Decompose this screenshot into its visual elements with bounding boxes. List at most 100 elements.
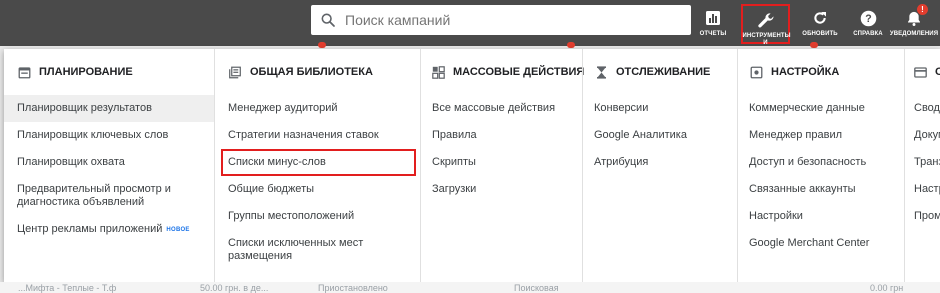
column-title: Массовые действия [453,66,585,78]
refresh-label: Обновить [802,31,838,37]
menu-item-settings[interactable]: Настройки [738,203,904,230]
menu-item-label: Списки исключенных мест размещения [228,237,364,262]
column-title: Отслеживание [616,66,711,78]
menu-item-reach-planner[interactable]: Планировщик охвата [4,149,214,176]
search-placeholder[interactable]: Поиск кампаний [345,12,450,28]
column-measurement: Отслеживание Конверсии Google Аналитика … [582,49,737,282]
column-title: Планирование [39,66,133,78]
menu-item-location-groups[interactable]: Группы местоположений [215,203,420,230]
new-badge: НОВОЕ [166,227,190,233]
menu-item-transactions[interactable]: Транз [905,149,940,176]
menu-item-label: Списки минус-слов [228,156,326,168]
column-header: Настройка [738,49,904,95]
column-header: Планирование [4,49,214,95]
row-cell: Поисковая [514,283,559,293]
column-billing: О Своді Докум Транз Настр Пром [904,49,940,282]
help-label: Справка [853,31,883,37]
menu-item-attribution[interactable]: Атрибуция [583,149,737,176]
column-title: Настройка [771,66,840,78]
menu-item-label: Настр [914,183,940,195]
bulk-actions-icon [432,65,445,79]
menu-item-label: Планировщик ключевых слов [17,129,169,141]
menu-item-label: Планировщик результатов [17,102,152,114]
top-toolbar: Поиск кампаний Отчеты Инструменты и Обно… [0,0,940,46]
menu-item-uploads[interactable]: Загрузки [421,176,582,203]
menu-item-label: Настройки [749,210,803,222]
row-cell: 0.00 грн [870,283,904,293]
menu-item-documents[interactable]: Докум [905,122,940,149]
menu-item-scripts[interactable]: Скрипты [421,149,582,176]
background-table-row: ...Мифта - Теплые - Т.ф 50.00 грн. в де.… [0,282,940,293]
menu-item-shared-budgets[interactable]: Общие бюджеты [215,176,420,203]
menu-item-ad-preview[interactable]: Предварительный просмотр и диагностика о… [4,176,214,216]
menu-item-label: Общие бюджеты [228,183,315,195]
status-dot [318,42,326,48]
menu-item-label: Менеджер аудиторий [228,102,338,114]
library-icon [228,65,242,79]
status-dot [810,42,818,48]
menu-item-placement-exclusion-lists[interactable]: Списки исключенных мест размещения [215,230,420,270]
bar-chart-icon [705,7,721,29]
column-bulk-actions: Массовые действия Все массовые действия … [420,49,585,282]
menu-item-keyword-planner[interactable]: Планировщик ключевых слов [4,122,214,149]
notifications-button[interactable]: ! Уведомления [888,2,940,44]
menu-item-audience-manager[interactable]: Менеджер аудиторий [215,95,420,122]
column-title: О [935,66,940,78]
status-dot [567,42,575,48]
notification-badge: ! [917,4,928,15]
menu-item-label: Докум [914,129,940,141]
menu-item-label: Своді [914,102,940,114]
menu-item-label: Атрибуция [594,156,649,168]
menu-item-rules[interactable]: Правила [421,122,582,149]
menu-item-bid-strategies[interactable]: Стратегии назначения ставок [215,122,420,149]
column-header: Массовые действия [421,49,585,95]
menu-item-promotions[interactable]: Пром [905,203,940,230]
menu-item-performance-planner[interactable]: Планировщик результатов [4,95,214,122]
help-button[interactable]: ? Справка [848,2,888,44]
menu-item-rules-manager[interactable]: Менеджер правил [738,122,904,149]
menu-item-label: Скрипты [432,156,476,168]
reports-button[interactable]: Отчеты [696,2,730,44]
tools-menu: Планирование Планировщик результатов Пла… [4,49,940,282]
wrench-icon [756,11,776,31]
column-shared-library: Общая библиотека Менеджер аудиторий Стра… [214,49,420,282]
menu-item-business-data[interactable]: Коммерческие данные [738,95,904,122]
menu-item-all-bulk-actions[interactable]: Все массовые действия [421,95,582,122]
menu-item-label: Загрузки [432,183,477,195]
column-setup: Настройка Коммерческие данные Менеджер п… [737,49,904,282]
refresh-button[interactable]: Обновить [800,2,840,44]
billing-icon [914,65,927,79]
menu-item-negative-keyword-lists[interactable]: Списки минус-слов [221,149,416,176]
menu-item-label: Конверсии [594,102,649,114]
menu-item-conversions[interactable]: Конверсии [583,95,737,122]
column-header: Общая библиотека [215,49,420,95]
menu-item-google-analytics[interactable]: Google Аналитика [583,122,737,149]
menu-item-linked-accounts[interactable]: Связанные аккаунты [738,176,904,203]
menu-item-app-ads-hub[interactable]: Центр рекламы приложений НОВОЕ [4,216,214,243]
menu-item-label: Все массовые действия [432,102,556,114]
search-box[interactable]: Поиск кампаний [311,5,691,35]
svg-text:?: ? [865,13,872,25]
menu-item-billing-summary[interactable]: Своді [905,95,940,122]
menu-item-label: Менеджер правил [749,129,843,141]
refresh-icon [812,7,828,29]
menu-item-label: Центр рекламы приложений [17,223,163,235]
help-icon: ? [860,7,877,29]
menu-item-billing-settings[interactable]: Настр [905,176,940,203]
menu-item-access-security[interactable]: Доступ и безопасность [738,149,904,176]
menu-item-label: Доступ и безопасность [749,156,867,168]
settings-icon [749,65,763,79]
menu-item-label: Коммерческие данные [749,102,865,114]
menu-item-label: Стратегии назначения ставок [228,129,379,141]
row-cell: Приостановлено [318,283,388,293]
menu-item-merchant-center[interactable]: Google Merchant Center [738,230,904,257]
column-header: Отслеживание [583,49,737,95]
tools-button[interactable]: Инструменты и [741,4,791,46]
menu-item-label: Правила [432,129,477,141]
menu-item-label: Группы местоположений [228,210,355,222]
column-planning: Планирование Планировщик результатов Пла… [4,49,214,282]
menu-item-label: Связанные аккаунты [749,183,856,195]
hourglass-icon [594,65,608,79]
notifications-label: Уведомления [889,31,939,37]
menu-item-label: Предварительный просмотр и диагностика о… [17,183,171,208]
